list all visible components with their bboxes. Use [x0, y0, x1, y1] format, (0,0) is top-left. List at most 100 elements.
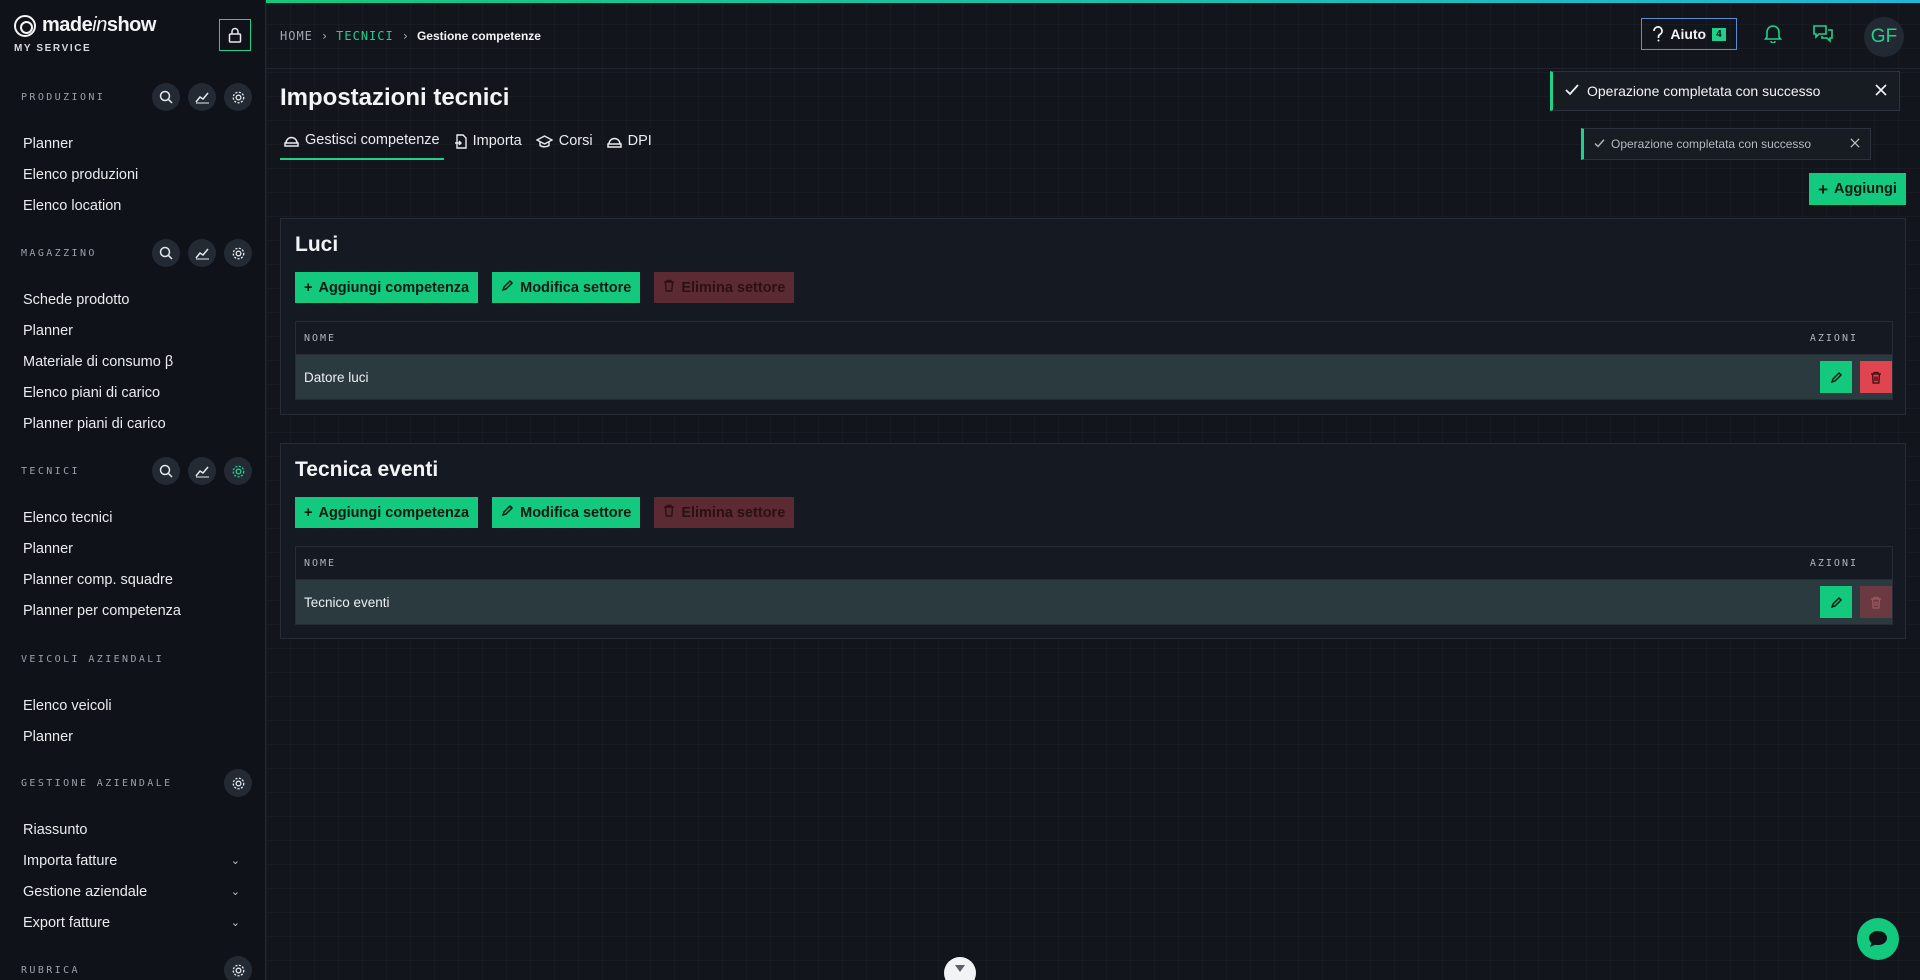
sidebar-item-label: Materiale di consumo β: [23, 353, 174, 370]
sidebar-item-planner[interactable]: Planner: [0, 128, 265, 159]
trash-icon: [663, 279, 675, 296]
sidebar-item-riassunto[interactable]: Riassunto: [0, 814, 265, 845]
sidebar-item-elenco-piani-carico[interactable]: Elenco piani di carico: [0, 377, 265, 408]
add-competence-button[interactable]: + Aggiungi competenza: [295, 272, 479, 303]
table-row: Datore luci: [296, 354, 1892, 399]
sector-title: Luci: [295, 233, 339, 256]
sidebar-item-planner-comp-squadre[interactable]: Planner comp. squadre: [0, 564, 265, 595]
chevron-down-icon: ⌄: [230, 886, 240, 898]
sidebar-item-elenco-veicoli[interactable]: Elenco veicoli: [0, 690, 265, 721]
chat-bubble-icon: [1869, 931, 1887, 947]
tab-gestisci-competenze[interactable]: Gestisci competenze: [280, 130, 444, 160]
search-icon[interactable]: [152, 239, 180, 267]
delete-competence-button[interactable]: [1860, 361, 1892, 393]
breadcrumb-separator-icon: ›: [401, 29, 409, 43]
help-badge: 4: [1712, 27, 1726, 41]
bell-icon[interactable]: [1763, 23, 1783, 48]
help-label: Aiuto: [1670, 26, 1707, 42]
nav-section-veicoli: VEICOLI AZIENDALI Elenco veicoli Planner: [0, 644, 265, 752]
sidebar-item-gestione-aziendale[interactable]: Gestione aziendale ⌄: [0, 876, 265, 907]
table-header: NOME AZIONI: [296, 547, 1892, 579]
edit-sector-label: Modifica settore: [520, 279, 632, 296]
sidebar-item-planner[interactable]: Planner: [0, 315, 265, 346]
graduation-cap-icon: [535, 134, 553, 148]
sidebar-item-label: Planner per competenza: [23, 602, 181, 619]
chart-trend-icon[interactable]: [188, 457, 216, 485]
col-header-name: NOME: [304, 557, 337, 569]
brand-logo-icon: [14, 14, 36, 37]
breadcrumb-home[interactable]: HOME: [280, 29, 313, 43]
sidebar-item-label: Gestione aziendale: [23, 883, 148, 900]
col-header-name: NOME: [304, 332, 337, 344]
nav-section-title: TECNICI: [21, 465, 80, 477]
nav-section-title: GESTIONE AZIENDALE: [21, 777, 173, 789]
brand-logo[interactable]: madeinshow: [14, 14, 156, 37]
sidebar-item-materiale-consumo[interactable]: Materiale di consumo β: [0, 346, 265, 377]
tabs: Gestisci competenze Importa Corsi DPI: [280, 130, 656, 160]
pencil-icon: [1830, 371, 1842, 383]
sidebar-item-label: Export fatture: [23, 914, 111, 931]
breadcrumb-current: Gestione competenze: [416, 29, 541, 43]
sidebar-item-importa-fatture[interactable]: Importa fatture ⌄: [0, 845, 265, 876]
sidebar-item-elenco-tecnici[interactable]: Elenco tecnici: [0, 502, 265, 533]
chart-trend-icon[interactable]: [188, 239, 216, 267]
col-header-actions: AZIONI: [1809, 332, 1858, 344]
tab-dpi[interactable]: DPI: [603, 130, 656, 160]
sector-actions: + Aggiungi competenza Modifica settore El…: [295, 272, 795, 303]
edit-competence-button[interactable]: [1820, 361, 1852, 393]
help-button[interactable]: Aiuto 4: [1641, 18, 1737, 50]
tab-importa[interactable]: Importa: [450, 130, 526, 160]
main-content: HOME › TECNICI › Gestione competenze Aiu…: [266, 0, 1920, 980]
close-icon[interactable]: [1875, 83, 1887, 99]
delete-sector-label: Elimina settore: [681, 504, 786, 521]
avatar[interactable]: GF: [1864, 17, 1904, 57]
delete-sector-button[interactable]: Elimina settore: [654, 272, 795, 303]
edit-sector-button[interactable]: Modifica settore: [492, 272, 641, 303]
sidebar-item-elenco-location[interactable]: Elenco location: [0, 190, 265, 221]
nav-section-tecnici: TECNICI Elenco tecnici Planner Planner c…: [0, 456, 265, 626]
sidebar: madeinshow MY SERVICE PRODUZIONI Planner…: [0, 0, 266, 980]
gear-icon[interactable]: [224, 83, 252, 111]
tab-corsi[interactable]: Corsi: [532, 130, 597, 160]
trash-icon: [1871, 596, 1881, 609]
add-sector-label: Aggiungi: [1834, 181, 1897, 197]
sidebar-item-export-fatture[interactable]: Export fatture ⌄: [0, 907, 265, 938]
lock-sidebar-button[interactable]: [219, 19, 251, 51]
add-sector-button[interactable]: + Aggiungi: [1809, 173, 1906, 205]
table-header: NOME AZIONI: [296, 322, 1892, 354]
topbar: HOME › TECNICI › Gestione competenze Aiu…: [266, 3, 1920, 69]
edit-sector-button[interactable]: Modifica settore: [492, 497, 641, 528]
delete-competence-button[interactable]: [1860, 586, 1892, 618]
sidebar-item-planner[interactable]: Planner: [0, 533, 265, 564]
search-icon[interactable]: [152, 457, 180, 485]
chevron-down-icon: ⌄: [230, 917, 240, 929]
chat-button[interactable]: [1857, 918, 1899, 960]
sidebar-item-label: Planner piani di carico: [23, 415, 166, 432]
chart-trend-icon[interactable]: [188, 83, 216, 111]
help-icon: [1653, 26, 1664, 42]
gear-icon[interactable]: [224, 956, 252, 980]
edit-competence-button[interactable]: [1820, 586, 1852, 618]
delete-sector-button[interactable]: Elimina settore: [654, 497, 795, 528]
scroll-down-button[interactable]: [944, 957, 976, 980]
sidebar-item-planner[interactable]: Planner: [0, 721, 265, 752]
sidebar-item-planner-per-competenza[interactable]: Planner per competenza: [0, 595, 265, 626]
gear-icon[interactable]: [224, 239, 252, 267]
toast-success: Operazione completata con successo: [1550, 71, 1900, 111]
add-competence-button[interactable]: + Aggiungi competenza: [295, 497, 479, 528]
breadcrumb-tecnici[interactable]: TECNICI: [336, 29, 394, 43]
table-row: Tecnico eventi: [296, 579, 1892, 624]
gear-icon[interactable]: [224, 769, 252, 797]
sidebar-item-elenco-produzioni[interactable]: Elenco produzioni: [0, 159, 265, 190]
search-icon[interactable]: [152, 83, 180, 111]
messages-icon[interactable]: [1812, 23, 1834, 48]
sidebar-item-schede-prodotto[interactable]: Schede prodotto: [0, 284, 265, 315]
sidebar-item-planner-piani-carico[interactable]: Planner piani di carico: [0, 408, 265, 439]
gear-icon-active[interactable]: [224, 457, 252, 485]
plus-icon: +: [304, 504, 313, 521]
close-icon[interactable]: [1850, 137, 1860, 151]
tab-label: Importa: [472, 133, 522, 149]
sector-actions: + Aggiungi competenza Modifica settore El…: [295, 497, 795, 528]
competence-name: Tecnico eventi: [304, 594, 390, 610]
sidebar-item-label: Elenco veicoli: [23, 697, 112, 714]
